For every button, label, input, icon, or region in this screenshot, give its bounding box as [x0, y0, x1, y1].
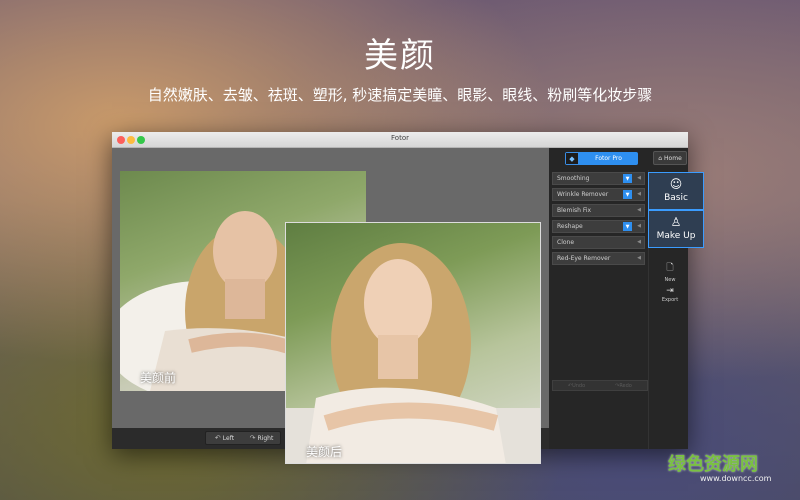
- tool-label: Red-Eye Remover: [557, 255, 611, 262]
- tool-label: Smoothing: [557, 175, 590, 182]
- tool-label: Reshape: [557, 223, 583, 230]
- tool-label: Blemish Fix: [557, 207, 592, 214]
- export-label: Export: [661, 297, 679, 303]
- tool-label: Wrinkle Remover: [557, 191, 609, 198]
- export-button[interactable]: ⇥ Export: [653, 286, 687, 303]
- diamond-icon: ◆: [565, 152, 579, 165]
- rotate-left-icon: ↶: [214, 434, 221, 442]
- tool-red-eye-remover[interactable]: Red-Eye Remover ◀: [552, 252, 645, 265]
- pro-badge-icon: ▼: [623, 190, 632, 199]
- home-button[interactable]: ⌂ Home: [653, 151, 687, 165]
- home-icon: ⌂: [658, 154, 663, 162]
- title-bar: Fotor: [112, 132, 688, 148]
- new-file-icon: 🗋: [666, 263, 674, 273]
- tool-clone[interactable]: Clone ◀: [552, 236, 645, 249]
- pro-bar: ◆ Fotor Pro: [565, 152, 638, 165]
- tool-blemish-fix[interactable]: Blemish Fix ◀: [552, 204, 645, 217]
- window-title: Fotor: [391, 134, 409, 142]
- rotate-left-button[interactable]: ↶ Left: [206, 432, 243, 444]
- new-button[interactable]: 🗋 New: [653, 260, 687, 283]
- redo-button[interactable]: ↷ Redo: [600, 381, 647, 390]
- tab-basic[interactable]: ☺ Basic: [648, 172, 704, 210]
- chevron-left-icon: ◀: [637, 175, 641, 181]
- promo-subtitle: 自然嫩肤、去皱、祛斑、塑形, 秒速搞定美瞳、眼影、眼线、粉刷等化妆步骤: [147, 86, 653, 104]
- tab-basic-label: Basic: [664, 193, 688, 203]
- rotate-right-button[interactable]: ↷ Right: [243, 432, 280, 444]
- rotate-left-label: Left: [222, 434, 235, 442]
- face-outline-icon: ☺: [669, 177, 683, 191]
- pro-badge-icon: ▼: [623, 222, 632, 231]
- tool-smoothing[interactable]: Smoothing ▼ ◀: [552, 172, 645, 185]
- redo-label: Redo: [619, 382, 632, 389]
- chevron-left-icon: ◀: [637, 191, 641, 197]
- rotate-right-icon: ↷: [249, 434, 256, 442]
- rotate-group: ↶ Left ↷ Right: [205, 431, 281, 445]
- watermark-logo: 绿色资源网: [668, 454, 758, 475]
- fotor-pro-button[interactable]: Fotor Pro: [579, 152, 638, 165]
- tool-reshape[interactable]: Reshape ▼ ◀: [552, 220, 645, 233]
- tab-make-up[interactable]: ♙ Make Up: [648, 210, 704, 248]
- home-label: Home: [664, 154, 682, 162]
- undo-button[interactable]: ↶ Undo: [553, 381, 600, 390]
- chevron-left-icon: ◀: [637, 223, 641, 229]
- new-label: New: [664, 277, 676, 283]
- undo-label: Undo: [572, 382, 586, 389]
- portrait-after-image: [286, 243, 540, 463]
- chevron-left-icon: ◀: [637, 239, 641, 245]
- export-icon: ⇥: [666, 286, 674, 296]
- history-group: ↶ Undo ↷ Redo: [552, 380, 648, 391]
- chevron-left-icon: ◀: [637, 255, 641, 261]
- promo-title: 美颜: [364, 36, 436, 76]
- after-photo: 美颜后: [285, 222, 541, 464]
- watermark-url: www.downcc.com: [700, 474, 772, 483]
- before-label: 美颜前: [140, 371, 177, 385]
- tool-wrinkle-remover[interactable]: Wrinkle Remover ▼ ◀: [552, 188, 645, 201]
- tab-make-up-label: Make Up: [656, 231, 696, 241]
- pro-badge-icon: ▼: [623, 174, 632, 183]
- after-label: 美颜后: [306, 445, 343, 459]
- tool-label: Clone: [557, 239, 575, 246]
- chevron-left-icon: ◀: [637, 207, 641, 213]
- rotate-right-label: Right: [257, 434, 274, 442]
- makeup-bottle-icon: ♙: [670, 215, 682, 229]
- tools-list: Smoothing ▼ ◀ Wrinkle Remover ▼ ◀ Blemis…: [552, 172, 645, 268]
